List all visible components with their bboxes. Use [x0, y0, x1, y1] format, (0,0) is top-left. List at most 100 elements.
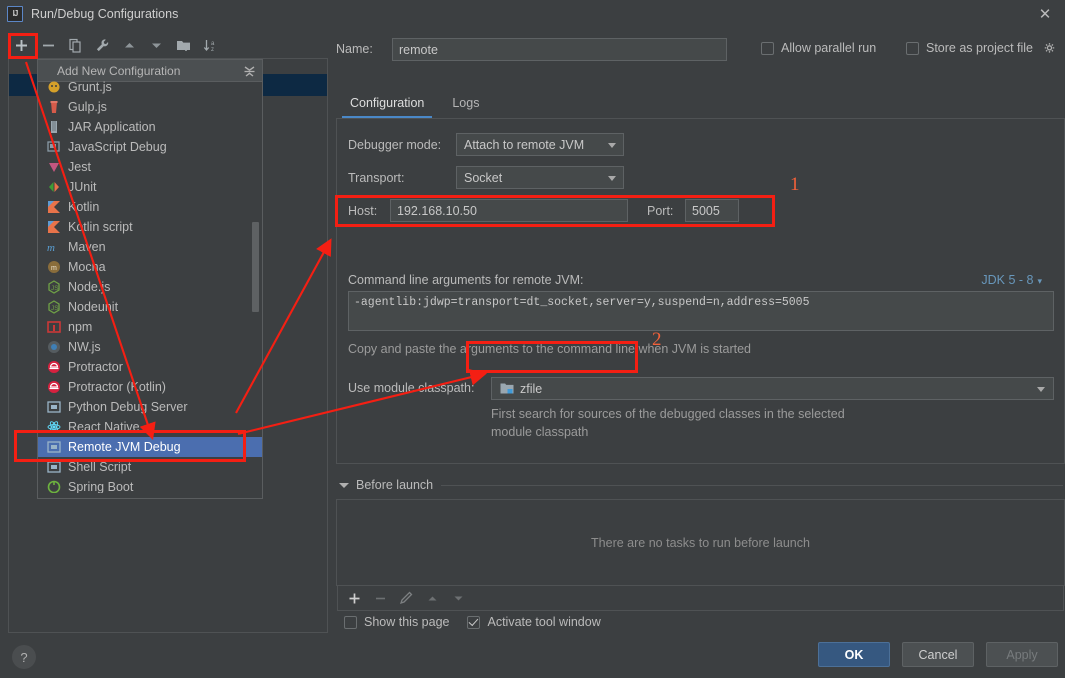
- chevron-down-icon[interactable]: [608, 143, 616, 148]
- before-launch-task-list[interactable]: There are no tasks to run before launch: [336, 499, 1065, 586]
- activate-tool-window-label: Activate tool window: [487, 615, 601, 629]
- store-as-project-file-box[interactable]: [906, 41, 919, 55]
- dialog-footer: OK Cancel Apply: [0, 630, 1065, 678]
- svg-text:JS: JS: [51, 285, 59, 292]
- module-classpath-label: Use module classpath:: [348, 381, 475, 395]
- page-title: Run/Debug Configurations: [31, 6, 179, 21]
- allow-parallel-run-box[interactable]: [761, 41, 774, 55]
- chevron-down-icon[interactable]: [1037, 387, 1045, 392]
- apply-button[interactable]: Apply: [986, 642, 1058, 667]
- transport-row: Transport:: [348, 166, 405, 189]
- move-task-down-button[interactable]: [450, 590, 466, 606]
- configurations-toolbar: a z: [8, 33, 328, 57]
- config-type-item-grunt-js[interactable]: Grunt.js: [38, 77, 262, 97]
- add-new-configuration-popup[interactable]: Add New Configuration Grunt.js Gulp.js JAR…: [37, 59, 263, 499]
- config-type-label: Protractor (Kotlin): [68, 380, 166, 394]
- jvm-args-textarea[interactable]: -agentlib:jdwp=transport=dt_socket,serve…: [348, 291, 1054, 331]
- module-classpath-select[interactable]: zfile: [491, 377, 1054, 400]
- pencil-icon[interactable]: [398, 590, 414, 606]
- config-type-item-mocha[interactable]: m Mocha: [38, 257, 262, 277]
- tab-configuration[interactable]: Configuration: [336, 90, 438, 118]
- allow-parallel-run-label: Allow parallel run: [781, 41, 877, 55]
- config-type-item-spring-boot[interactable]: Spring Boot: [38, 477, 262, 493]
- jar-icon: [46, 119, 62, 135]
- show-this-page-checkbox[interactable]: Show this page: [344, 615, 449, 629]
- popup-scrollbar-thumb[interactable]: [252, 222, 259, 312]
- config-type-item-maven[interactable]: m Maven: [38, 237, 262, 257]
- transport-select[interactable]: Socket: [456, 166, 624, 189]
- gear-icon[interactable]: [1043, 42, 1056, 55]
- configuration-editor-panel: Name: Allow parallel run Store as projec…: [336, 30, 1065, 630]
- before-launch-title: Before launch: [356, 478, 434, 492]
- config-type-item-protractor-kotlin[interactable]: Protractor (Kotlin): [38, 377, 262, 397]
- debugger-mode-select[interactable]: Attach to remote JVM: [456, 133, 624, 156]
- copy-icon[interactable]: [62, 34, 89, 56]
- config-type-item-remote-jvm-debug[interactable]: Remote JVM Debug: [38, 437, 262, 457]
- jdk-version-link[interactable]: JDK 5 - 8 ▾: [981, 273, 1042, 287]
- move-task-up-button[interactable]: [424, 590, 440, 606]
- cancel-button[interactable]: Cancel: [902, 642, 974, 667]
- add-configuration-button[interactable]: [8, 34, 35, 56]
- grunt-icon: [46, 79, 62, 95]
- editor-tabs[interactable]: Configuration Logs: [336, 90, 1065, 118]
- shell-script-icon: [46, 459, 62, 475]
- remote-jvm-debug-icon: [46, 439, 62, 455]
- arrow-down-icon[interactable]: [143, 34, 170, 56]
- port-input[interactable]: [685, 199, 739, 222]
- config-type-item-python-debug-server[interactable]: Python Debug Server: [38, 397, 262, 417]
- show-this-page-label: Show this page: [364, 615, 450, 629]
- bottom-checkboxes: Show this page Activate tool window: [344, 615, 601, 629]
- config-type-label: Spring Boot: [68, 480, 134, 493]
- remove-configuration-button[interactable]: [35, 34, 62, 56]
- config-type-item-node-js[interactable]: JS Node.js: [38, 277, 262, 297]
- config-type-label: Kotlin: [68, 200, 100, 214]
- config-type-item-gulp-js[interactable]: Gulp.js: [38, 97, 262, 117]
- copy-hint-text: Copy and paste the arguments to the comm…: [348, 342, 751, 356]
- config-type-item-kotlin-script[interactable]: Kotlin script: [38, 217, 262, 237]
- store-as-project-file-checkbox[interactable]: Store as project file: [906, 41, 1056, 55]
- config-type-item-react-native[interactable]: React Native: [38, 417, 262, 437]
- wrench-icon[interactable]: [89, 34, 116, 56]
- python-debug-server-icon: [46, 399, 62, 415]
- close-icon[interactable]: ✕: [1035, 4, 1055, 24]
- config-type-label: Jest: [68, 160, 91, 174]
- ok-button[interactable]: OK: [818, 642, 890, 667]
- host-input[interactable]: [390, 199, 628, 222]
- maven-icon: m: [46, 239, 62, 255]
- sort-az-icon[interactable]: a z: [197, 34, 224, 56]
- triangle-down-icon[interactable]: [339, 482, 349, 488]
- name-input[interactable]: [392, 38, 727, 61]
- popup-scrollbar[interactable]: [251, 82, 260, 498]
- config-type-label: Kotlin script: [68, 220, 133, 234]
- config-type-item-jar-application[interactable]: JAR Application: [38, 117, 262, 137]
- configuration-type-list[interactable]: Grunt.js Gulp.js JAR Application JavaScript…: [38, 77, 262, 493]
- new-folder-icon[interactable]: [170, 34, 197, 56]
- config-type-item-javascript-debug[interactable]: JavaScript Debug: [38, 137, 262, 157]
- config-type-label: JavaScript Debug: [68, 140, 167, 154]
- allow-parallel-run-checkbox[interactable]: Allow parallel run: [761, 41, 876, 55]
- config-type-item-kotlin[interactable]: Kotlin: [38, 197, 262, 217]
- config-type-item-nw-js[interactable]: NW.js: [38, 337, 262, 357]
- config-type-item-nodeunit[interactable]: JS Nodeunit: [38, 297, 262, 317]
- chevron-down-icon[interactable]: ▾: [1037, 276, 1042, 286]
- config-type-item-junit[interactable]: JUnit: [38, 177, 262, 197]
- tab-logs[interactable]: Logs: [438, 90, 493, 118]
- show-this-page-box[interactable]: [344, 615, 357, 629]
- activate-tool-window-checkbox[interactable]: Activate tool window: [467, 615, 601, 629]
- config-type-item-jest[interactable]: Jest: [38, 157, 262, 177]
- config-type-label: NW.js: [68, 340, 101, 354]
- svg-text:m: m: [47, 242, 55, 254]
- run-debug-configurations-dialog: IJ Run/Debug Configurations ✕ a z Add Ne…: [0, 0, 1065, 678]
- add-task-button[interactable]: [346, 590, 362, 606]
- protractor-icon: [46, 359, 62, 375]
- chevron-down-icon[interactable]: [608, 176, 616, 181]
- arrow-up-icon[interactable]: [116, 34, 143, 56]
- gulp-icon: [46, 99, 62, 115]
- popup-title: Add New Configuration: [57, 63, 181, 78]
- config-type-item-npm[interactable]: npm: [38, 317, 262, 337]
- remove-task-button[interactable]: [372, 590, 388, 606]
- config-type-item-shell-script[interactable]: Shell Script: [38, 457, 262, 477]
- debugger-mode-row: Debugger mode:: [348, 133, 441, 156]
- config-type-item-protractor[interactable]: Protractor: [38, 357, 262, 377]
- activate-tool-window-box[interactable]: [467, 615, 481, 629]
